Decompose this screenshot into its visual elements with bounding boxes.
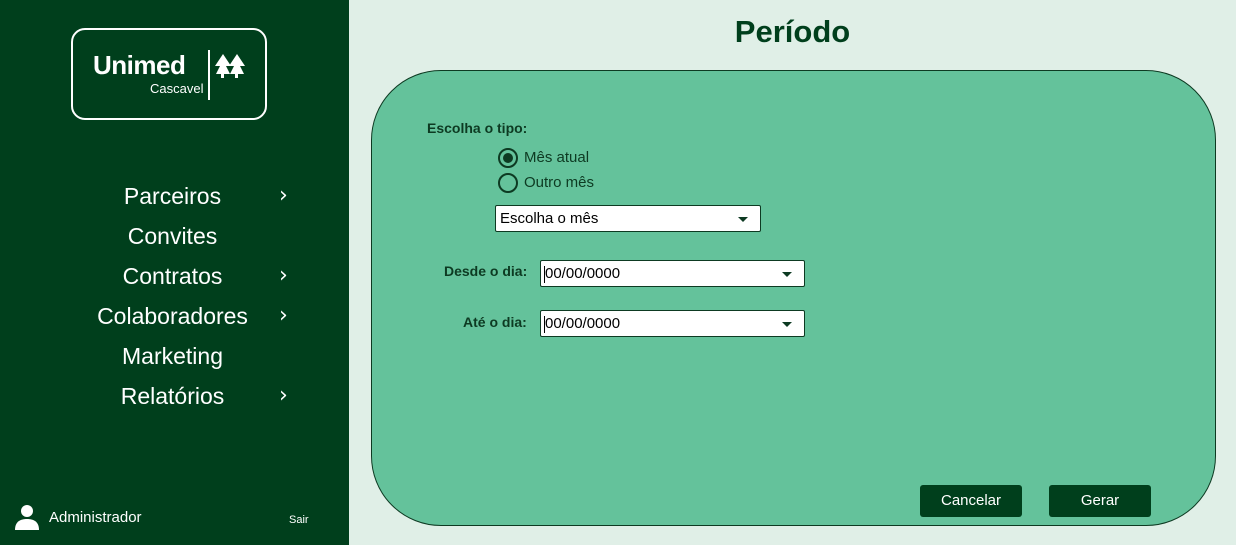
user-name: Administrador	[49, 509, 142, 526]
chevron-right-icon: ›	[279, 183, 288, 208]
sidebar-item-relatorios[interactable]: Relatórios ›	[0, 379, 349, 413]
user-icon	[15, 505, 39, 530]
sidebar: Unimed Cascavel Parceiros › Convites Con…	[0, 0, 349, 545]
sidebar-item-label: Convites	[127, 223, 218, 249]
brand-name: Unimed	[93, 50, 186, 80]
sidebar-item-label: Contratos	[122, 263, 223, 289]
chevron-right-icon: ›	[279, 303, 288, 328]
generate-button[interactable]: Gerar	[1049, 485, 1151, 517]
sidebar-item-label: Colaboradores	[97, 303, 248, 329]
radio-current-month[interactable]	[498, 148, 518, 168]
sidebar-item-label: Relatórios	[120, 383, 225, 409]
sidebar-item-marketing[interactable]: Marketing	[0, 339, 349, 373]
sidebar-item-colaboradores[interactable]: Colaboradores ›	[0, 299, 349, 333]
type-label: Escolha o tipo:	[427, 120, 528, 136]
sidebar-item-label: Marketing	[122, 343, 223, 369]
to-date-value: 00/00/0000	[545, 315, 621, 332]
sidebar-item-convites[interactable]: Convites	[0, 219, 349, 253]
sidebar-item-contratos[interactable]: Contratos ›	[0, 259, 349, 293]
period-form-panel: Escolha o tipo: Mês atual Outro mês Esco…	[371, 70, 1216, 526]
month-select-value: Escolha o mês	[500, 210, 599, 227]
page-title: Período	[734, 14, 851, 49]
to-date-field[interactable]: 00/00/0000	[540, 310, 805, 337]
caret-down-icon	[782, 322, 792, 327]
from-date-field[interactable]: 00/00/0000	[540, 260, 805, 287]
from-date-value: 00/00/0000	[545, 265, 621, 282]
user-info: Administrador Sair	[14, 504, 334, 532]
radio-other-month[interactable]	[498, 173, 518, 193]
logout-link[interactable]: Sair	[289, 514, 309, 526]
unimed-tree-icon	[215, 54, 245, 78]
sidebar-item-parceiros[interactable]: Parceiros ›	[0, 179, 349, 213]
caret-down-icon	[738, 217, 748, 222]
month-select[interactable]: Escolha o mês	[495, 205, 761, 232]
brand-logo: Unimed Cascavel	[71, 28, 267, 120]
brand-location: Cascavel	[150, 81, 204, 96]
to-date-label: Até o dia:	[463, 314, 527, 330]
radio-other-month-label: Outro mês	[524, 174, 595, 191]
chevron-right-icon: ›	[279, 383, 288, 408]
chevron-right-icon: ›	[279, 263, 288, 288]
radio-current-month-label: Mês atual	[524, 149, 590, 166]
caret-down-icon	[782, 272, 792, 277]
cancel-button[interactable]: Cancelar	[920, 485, 1022, 517]
sidebar-item-label: Parceiros	[123, 183, 222, 209]
from-date-label: Desde o dia:	[444, 263, 528, 279]
logo-divider	[208, 50, 210, 100]
